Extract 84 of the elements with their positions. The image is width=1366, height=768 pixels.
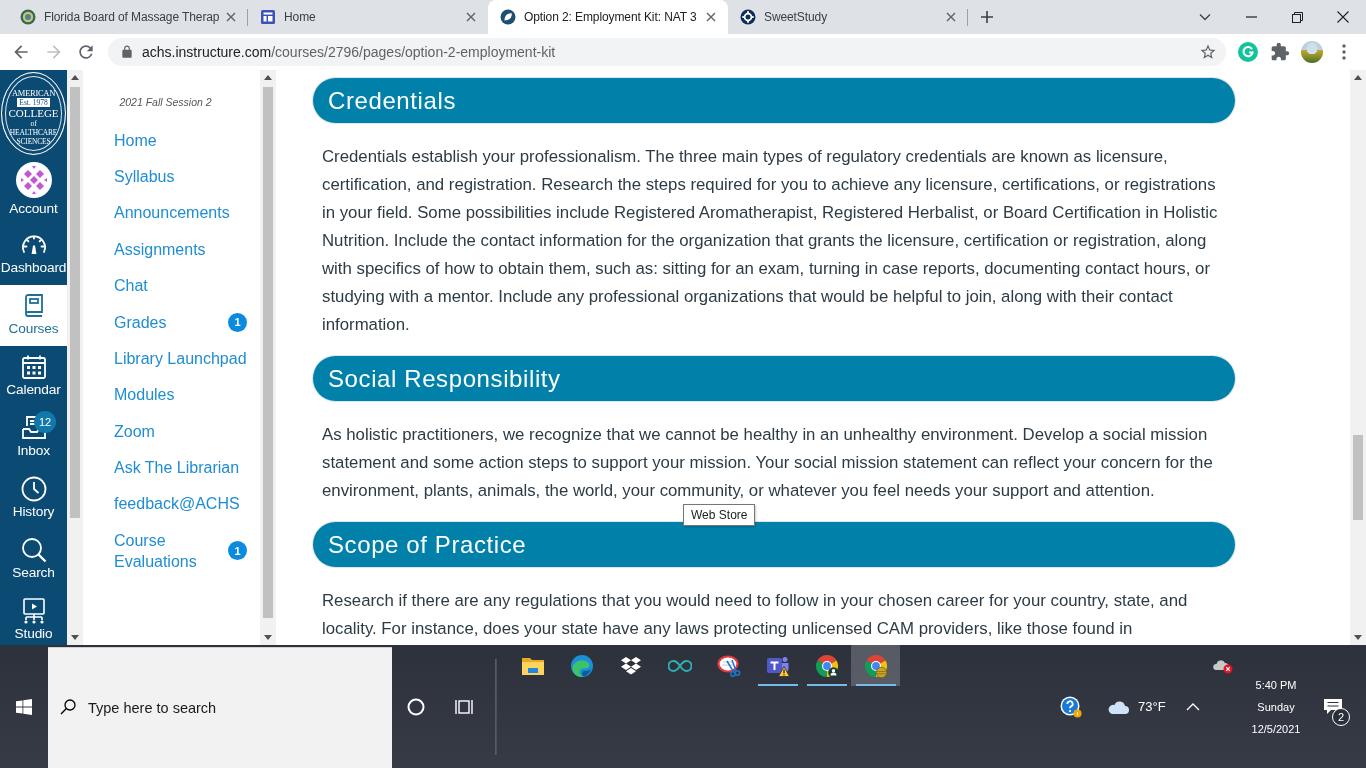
scroll-down-arrow-icon[interactable] <box>1354 635 1362 640</box>
global-nav-link[interactable]: Inbox 12 <box>0 407 67 468</box>
help-icon[interactable] <box>1060 695 1082 718</box>
scrollbar-thumb[interactable] <box>70 87 80 518</box>
scroll-down-arrow-icon[interactable] <box>264 635 272 640</box>
taskbar-search-field[interactable]: Type here to search <box>48 647 392 768</box>
leaf-logo-icon <box>500 9 516 25</box>
scroll-up-arrow-icon[interactable] <box>71 75 79 80</box>
address-bar[interactable]: achs.instructure.com/courses/2796/pages/option-2-employment-kit <box>108 38 1226 66</box>
count-badge: 1 <box>228 312 247 332</box>
paragraph: Credentials establish your professionalism. The three main types of regulatory credentials are known as licensure, certification, and registration. Research the steps required for you to achieve any licensure, certifications, or registrations in your field. Some possibilities include Registered Aromatherapist, Registered Herbalist, or Board Certification in Holistic Nutrition. Include the contact information for the organization that grants the licensure, certification or registration, along with specifics of how to obtain them, such as: sitting for an exam, turning in case reports, documenting contact hours, or studying with a mentor. Include any professional organizations that would be helpful to join, along with their contact information. <box>322 146 1219 336</box>
chevron-up-icon[interactable] <box>1186 702 1200 711</box>
scrollbar-track[interactable] <box>1350 70 1366 645</box>
profile-picture[interactable] <box>1301 41 1323 63</box>
star-icon[interactable] <box>1199 43 1217 61</box>
course-nav-link[interactable]: Grades <box>114 311 167 333</box>
course-nav-link[interactable]: feedback@ACHS <box>114 493 240 515</box>
course-nav-link[interactable]: Home <box>114 129 157 151</box>
browser-tab[interactable]: Option 2: Employment Kit: NAT 3 <box>488 0 728 34</box>
course-nav-link[interactable]: Course Evaluations <box>114 529 228 572</box>
windows-logo-icon[interactable] <box>16 698 32 715</box>
lock-icon[interactable] <box>120 45 134 59</box>
global-nav-link[interactable]: Calendar <box>0 346 67 407</box>
course-nav-link[interactable]: Library Launchpad <box>114 347 247 369</box>
minimize-icon[interactable] <box>1245 16 1257 18</box>
global-nav-link[interactable]: Account <box>0 157 67 224</box>
scroll-up-arrow-icon[interactable] <box>264 75 272 80</box>
close-icon[interactable] <box>704 10 718 24</box>
scroll-down-arrow-icon[interactable] <box>71 635 79 640</box>
browser-tab[interactable]: Florida Board of Massage Therap <box>8 0 248 34</box>
taskbar-clock[interactable]: 5:40 PM Sunday 12/5/2021 <box>1247 673 1305 740</box>
search-icon <box>60 699 76 715</box>
course-nav-link[interactable]: Zoom <box>114 420 155 442</box>
scrollbar-thumb[interactable] <box>263 87 273 618</box>
unread-count-badge: 12 <box>34 411 56 433</box>
global-nav-link[interactable]: Studio <box>0 590 67 645</box>
count-badge: 1 <box>228 541 247 561</box>
global-nav-link[interactable]: Dashboard <box>0 224 67 285</box>
browser-photo-icon <box>863 653 888 678</box>
avatar-pattern-icon <box>15 162 52 198</box>
paragraph: Research if there are any regulations that you would need to follow in your chosen career for your country, state, and locality. For instance, does your state have any laws protecting unlicensed CAM providers, like those found in <box>322 590 1189 640</box>
more-menu-icon[interactable] <box>1342 44 1346 60</box>
course-nav-link[interactable]: Ask The Librarian <box>114 457 240 479</box>
notification-count-badge: 2 <box>1332 707 1350 726</box>
scrollbar-track[interactable] <box>260 70 276 645</box>
scrollbar-track[interactable] <box>67 70 83 645</box>
ring-icon[interactable] <box>407 697 425 716</box>
paragraph: As holistic practitioners, we recognize that we cannot be healthy in an unhealthy environment. Develop a social mission statement and some action steps to support your mission. Your social mission statement can reflect your concern for the environment, plants, animals, the world, your community, or whatever you feel needs your support and attention. <box>322 424 1214 502</box>
course-nav-link[interactable]: Announcements <box>114 202 230 224</box>
reload-icon[interactable] <box>76 42 96 62</box>
section-heading: Social Responsibility <box>313 356 1235 401</box>
chevron-down-icon[interactable] <box>1199 13 1211 21</box>
ring-logo-icon <box>740 9 756 25</box>
plus-icon[interactable] <box>980 10 994 24</box>
section-heading: Credentials <box>313 78 1235 123</box>
wave-logo-icon <box>569 653 594 678</box>
course-nav-link[interactable]: Chat <box>114 275 148 297</box>
layout-icon <box>260 9 276 25</box>
search-icon <box>19 536 48 564</box>
logo-text: AMERICAN <box>12 88 55 98</box>
course-nav-link[interactable]: Assignments <box>114 238 206 260</box>
global-nav-link[interactable]: Search <box>0 529 67 590</box>
close-icon[interactable] <box>1337 11 1349 23</box>
course-term-label: 2021 Fall Session 2 <box>118 95 213 110</box>
browser-tab[interactable]: Home <box>248 0 488 34</box>
puzzle-piece-icon[interactable] <box>1270 42 1290 62</box>
course-nav-link[interactable]: Modules <box>114 384 175 406</box>
weather-button[interactable]: 73°F <box>1102 698 1174 715</box>
scrollbar-thumb[interactable] <box>1353 435 1363 520</box>
browser-tab[interactable]: SweetStudy <box>728 0 968 34</box>
tooltip: Web Store <box>683 504 756 526</box>
browser-person-icon <box>814 653 839 678</box>
scroll-up-arrow-icon[interactable] <box>1354 75 1362 80</box>
global-nav-link[interactable]: History <box>0 468 67 529</box>
calendar-icon <box>19 353 48 381</box>
task-view-icon[interactable] <box>454 697 473 716</box>
seal-icon <box>20 9 36 25</box>
scissors-icon <box>716 653 741 678</box>
course-nav-link[interactable]: Syllabus <box>114 166 175 188</box>
section-heading: Scope of Practice <box>313 522 1235 567</box>
clock-icon <box>19 475 48 503</box>
restore-icon[interactable] <box>1291 11 1303 23</box>
global-nav-link[interactable]: Courses <box>0 285 67 346</box>
logo-text: COLLEGE <box>8 107 59 119</box>
